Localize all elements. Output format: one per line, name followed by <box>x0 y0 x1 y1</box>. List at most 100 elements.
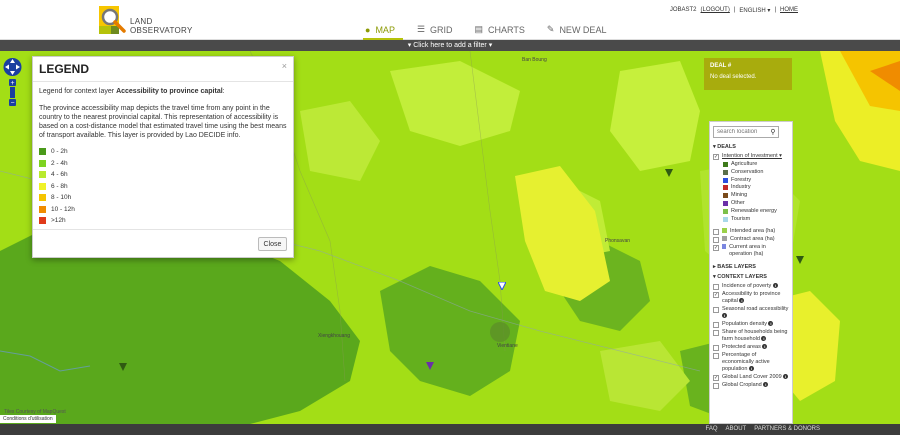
checkbox[interactable]: ✓ <box>713 153 719 160</box>
logo-line1: LAND <box>130 17 153 26</box>
category-item: Tourism <box>723 216 789 223</box>
category-item: Mining <box>723 192 789 199</box>
place-label: Vientiane <box>497 343 518 349</box>
search-location: ⚲ <box>713 126 779 138</box>
context-layer-label: Population density <box>722 321 767 328</box>
checkbox[interactable] <box>713 321 719 328</box>
info-icon[interactable]: i <box>783 374 789 380</box>
legend-item: 0 - 2h <box>39 146 287 158</box>
logo-text: LAND OBSERVATORY <box>130 17 193 35</box>
info-icon[interactable]: i <box>768 321 774 327</box>
legend-swatch <box>39 182 46 190</box>
context-layer-toggle[interactable]: Seasonal road accessibility i <box>713 306 789 320</box>
tab-grid-label: GRID <box>430 24 453 35</box>
checkbox[interactable] <box>713 228 719 235</box>
tab-charts[interactable]: ▤ CHARTS <box>475 24 525 35</box>
info-icon[interactable]: i <box>739 298 745 304</box>
legend-list: 0 - 2h 2 - 4h 4 - 6h 6 - 8h 8 - 10h 10 -… <box>33 140 293 227</box>
area-toggle[interactable]: Contract area (ha) <box>713 236 789 243</box>
area-swatch <box>722 228 727 234</box>
context-layer-label: Global Land Cover 2009 <box>722 374 782 381</box>
info-icon[interactable]: i <box>748 366 754 372</box>
intention-dropdown[interactable]: Intention of Investment ▾ <box>722 153 782 160</box>
category-label: Renewable energy <box>731 207 777 214</box>
context-layer-toggle[interactable]: Incidence of poverty i <box>713 283 789 290</box>
area-toggle[interactable]: Intended area (ha) <box>713 228 789 235</box>
context-layers-heading[interactable]: ▾ CONTEXT LAYERS <box>713 274 789 281</box>
legend-item: 8 - 10h <box>39 192 287 204</box>
legend-swatch <box>39 205 46 213</box>
logout-link[interactable]: (LOGOUT) <box>701 7 730 14</box>
context-layer-toggle[interactable]: ✓ Accessibility to province capital i <box>713 291 789 305</box>
area-label: Intended area (ha) <box>730 228 776 235</box>
language-select[interactable]: ENGLISH ▾ <box>739 7 770 14</box>
deal-marker-icon[interactable] <box>796 256 804 264</box>
info-icon[interactable]: i <box>763 382 769 388</box>
context-layer-toggle[interactable]: Share of households being farm household… <box>713 329 789 343</box>
add-filter-bar[interactable]: ▾ Click here to add a filter ▾ <box>0 40 900 51</box>
tab-new-deal[interactable]: ✎ NEW DEAL <box>547 24 607 35</box>
info-icon[interactable]: i <box>762 344 768 350</box>
deal-info-box: DEAL # No deal selected. <box>704 58 792 90</box>
tab-new-deal-label: NEW DEAL <box>559 24 607 35</box>
category-swatch <box>723 177 728 183</box>
checkbox[interactable] <box>713 344 719 351</box>
about-link[interactable]: ABOUT <box>726 424 747 435</box>
base-layers-heading[interactable]: ▸ BASE LAYERS <box>713 264 789 271</box>
context-layer-toggle[interactable]: Population density i <box>713 321 789 328</box>
category-item: Agriculture <box>723 161 789 168</box>
intention-toggle[interactable]: ✓ Intention of Investment ▾ <box>713 153 789 160</box>
checkbox[interactable]: ✓ <box>713 244 719 251</box>
checkbox[interactable] <box>713 306 719 313</box>
deals-heading[interactable]: ▾ DEALS <box>713 144 789 151</box>
checkbox[interactable]: ✓ <box>713 374 719 381</box>
deal-marker-icon[interactable] <box>665 169 673 177</box>
category-swatch <box>723 193 728 199</box>
tab-map[interactable]: ● MAP <box>365 24 395 35</box>
search-input[interactable] <box>714 127 768 137</box>
legend-item-label: >12h <box>51 217 66 225</box>
checkbox[interactable] <box>713 283 719 290</box>
context-layer-toggle[interactable]: Percentage of economically active popula… <box>713 352 789 373</box>
footer-links: FAQ ABOUT PARTNERS & DONORS <box>706 424 820 435</box>
deal-title: DEAL # <box>710 63 732 69</box>
context-layer-label: Global Cropland <box>722 382 762 389</box>
context-layer-toggle[interactable]: Global Cropland i <box>713 382 789 389</box>
info-icon[interactable]: i <box>772 283 778 289</box>
checkbox[interactable] <box>713 329 719 336</box>
context-layer-toggle[interactable]: Protected areas i <box>713 344 789 351</box>
deal-marker-icon[interactable] <box>498 282 506 290</box>
checkbox[interactable] <box>713 236 719 243</box>
pencil-icon: ✎ <box>546 24 555 34</box>
context-layer-label: Protected areas <box>722 344 761 351</box>
legend-item: 4 - 6h <box>39 169 287 181</box>
conditions-link[interactable]: Conditions d'utilisation <box>0 415 56 423</box>
partners-link[interactable]: PARTNERS & DONORS <box>754 424 820 435</box>
close-button[interactable]: Close <box>258 237 287 251</box>
category-swatch <box>723 185 728 191</box>
search-icon[interactable]: ⚲ <box>768 127 778 137</box>
legend-item: 2 - 4h <box>39 158 287 170</box>
checkbox[interactable] <box>713 352 719 359</box>
deal-status: No deal selected. <box>710 74 757 80</box>
area-toggle[interactable]: ✓ Current area in operation (ha) <box>713 244 789 258</box>
faq-link[interactable]: FAQ <box>706 424 718 435</box>
deal-marker-icon[interactable] <box>426 362 434 370</box>
layers-panel: ⚲ ▾ DEALS ✓ Intention of Investment ▾ Ag… <box>709 121 793 424</box>
category-item: Renewable energy <box>723 208 789 215</box>
context-layer-toggle[interactable]: ✓ Global Land Cover 2009 i <box>713 374 789 381</box>
legend-item-label: 4 - 6h <box>51 171 68 179</box>
category-label: Mining <box>731 192 748 199</box>
checkbox[interactable] <box>713 382 719 389</box>
legend-item: 6 - 8h <box>39 181 287 193</box>
close-icon[interactable]: × <box>282 61 287 71</box>
deal-marker-icon[interactable] <box>119 363 127 371</box>
place-label: Ban Boung <box>522 57 547 63</box>
map-zoom-controls[interactable]: + − <box>3 56 22 114</box>
info-icon[interactable]: i <box>722 313 727 319</box>
logo-magnifier-icon[interactable] <box>99 6 127 34</box>
checkbox[interactable]: ✓ <box>713 291 719 298</box>
tab-grid[interactable]: ☰ GRID <box>417 24 453 35</box>
info-icon[interactable]: i <box>761 336 767 342</box>
home-link[interactable]: HOME <box>780 7 798 14</box>
